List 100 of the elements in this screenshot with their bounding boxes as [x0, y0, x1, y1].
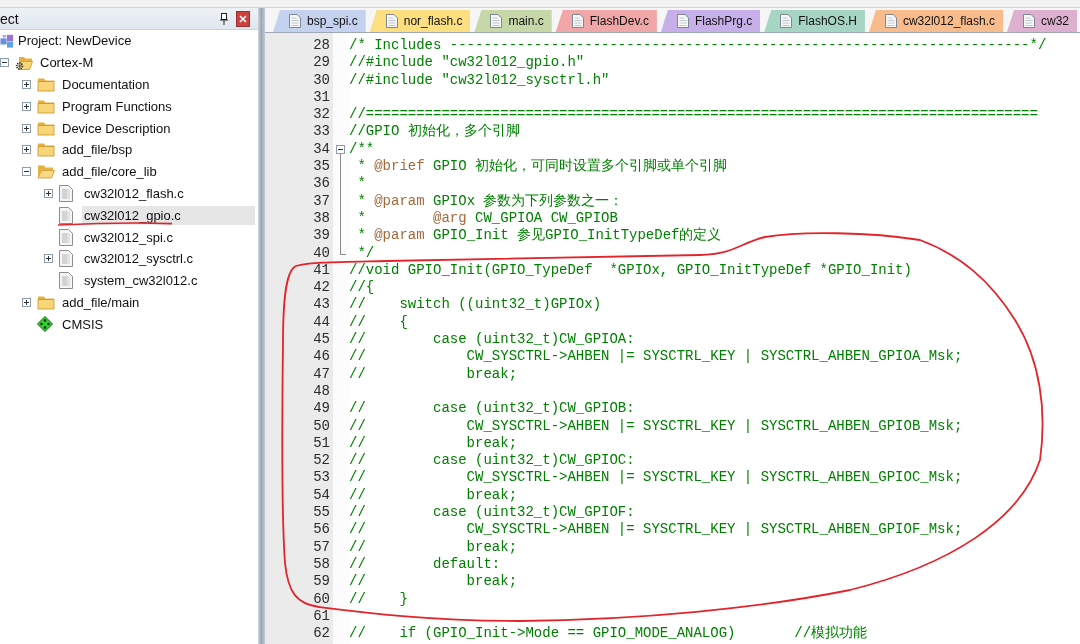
- line-number: 38: [313, 209, 330, 228]
- blocks-icon: [0, 32, 14, 49]
- editor-tab[interactable]: main.c: [474, 10, 552, 32]
- code-line: //================================================================================: [349, 106, 1038, 123]
- code-line: // break;: [349, 573, 518, 591]
- tree-item[interactable]: Device Description: [60, 118, 255, 138]
- tree-item[interactable]: cw32l012_sysctrl.c: [82, 249, 255, 269]
- file-icon: [571, 14, 584, 28]
- code-line: // break;: [349, 486, 518, 504]
- line-number: 58: [313, 555, 330, 574]
- line-number: 50: [313, 417, 330, 435]
- line-number: 43: [313, 296, 330, 314]
- code-line: // {: [349, 313, 408, 332]
- code-line: // CW_SYSCTRL->AHBEN |= SYSCTRL_KEY | SYSCTRL_AHBEN_GPIOC_Msk;: [349, 469, 963, 487]
- plus-box-icon[interactable]: [22, 297, 31, 307]
- line-number: 55: [313, 504, 330, 522]
- editor-tab[interactable]: FlashOS.H: [764, 10, 865, 32]
- file-icon: [59, 250, 73, 268]
- line-number: 36: [313, 175, 330, 193]
- line-number: 57: [313, 538, 330, 556]
- tree-item[interactable]: add_file/bsp: [60, 140, 255, 160]
- folder-icon: [37, 77, 55, 92]
- plus-box-icon[interactable]: [22, 80, 31, 89]
- code-line: // switch ((uint32_t)GPIOx): [349, 296, 602, 314]
- folder-icon: [37, 120, 55, 136]
- code-line: // CW_SYSCTRL->AHBEN |= SYSCTRL_KEY | SYSCTRL_AHBEN_GPIOA_Msk;: [349, 348, 963, 366]
- code-line: // break;: [349, 434, 518, 453]
- line-number: 32: [313, 106, 330, 124]
- line-number: 49: [313, 400, 330, 418]
- code-line: //#include "cw32l012_gpio.h": [349, 54, 585, 72]
- tree-item[interactable]: Documentation: [60, 75, 255, 94]
- code-line: // break;: [349, 365, 518, 383]
- line-number: 41: [313, 261, 330, 280]
- line-number: 62: [313, 625, 330, 643]
- code-line: *: [356, 175, 366, 193]
- close-button[interactable]: [236, 10, 250, 27]
- code-line: // break;: [349, 538, 518, 556]
- code-line: // }: [349, 590, 408, 608]
- file-icon: [59, 206, 73, 224]
- code-line: //#include "cw32l012_sysctrl.h": [349, 71, 610, 89]
- tree-item[interactable]: Project: NewDevice: [16, 31, 255, 51]
- line-number: 47: [313, 365, 330, 383]
- line-number: 48: [313, 382, 330, 401]
- file-icon: [289, 14, 301, 28]
- code-line: //GPIO 初始化，多个引脚: [349, 123, 520, 141]
- tree-item[interactable]: add_file/core_lib: [60, 162, 255, 182]
- code-line: // case (uint32_t)CW_GPIOF:: [349, 504, 635, 522]
- code-line: */: [356, 244, 375, 262]
- minus-box-icon[interactable]: [0, 58, 9, 68]
- tree-item[interactable]: cw32l012_gpio.c: [82, 205, 255, 225]
- file-icon: [884, 14, 897, 28]
- code-line: // default:: [349, 555, 501, 574]
- editor-tab[interactable]: nor_flash.c: [369, 10, 471, 32]
- tree-item[interactable]: CMSIS: [60, 314, 255, 334]
- code-line: // case (uint32_t)CW_GPIOC:: [349, 452, 635, 470]
- tree-item[interactable]: cw32l012_flash.c: [82, 183, 255, 203]
- plus-box-icon[interactable]: [22, 101, 31, 111]
- code-line: //void GPIO_Init(GPIO_TypeDef *GPIOx, GPIO_InitTypeDef *GPIO_Init): [349, 261, 912, 280]
- file-icon: [780, 14, 793, 28]
- line-number: 35: [313, 158, 330, 176]
- code-line: // if (GPIO_Init->Mode == GPIO_MODE_ANALOG) //模拟功能: [349, 625, 868, 643]
- line-number: 44: [313, 313, 330, 332]
- plus-box-icon[interactable]: [22, 145, 31, 155]
- line-number: 29: [313, 54, 330, 72]
- tree-item[interactable]: Cortex-M: [38, 53, 255, 73]
- line-number: 60: [313, 590, 330, 608]
- tree-item[interactable]: add_file/main: [60, 292, 255, 312]
- minus-box-icon[interactable]: [22, 167, 31, 177]
- editor-tab[interactable]: FlashDev.c: [555, 10, 657, 32]
- folder-icon: [37, 294, 55, 310]
- pin-icon[interactable]: [220, 12, 228, 25]
- folder-gear-icon: [15, 54, 33, 71]
- line-number: 37: [313, 192, 330, 210]
- line-number: 33: [313, 123, 330, 141]
- plus-box-icon[interactable]: [22, 123, 31, 133]
- tree-item[interactable]: cw32l012_spi.c: [82, 227, 255, 247]
- file-icon: [490, 14, 503, 28]
- diamond-icon: [37, 316, 53, 333]
- editor-tab[interactable]: FlashPrg.c: [660, 10, 761, 32]
- tree-item[interactable]: Program Functions: [60, 96, 255, 116]
- code-line: // case (uint32_t)CW_GPIOB:: [349, 400, 635, 418]
- line-number: 28: [313, 37, 330, 55]
- line-number: 54: [313, 486, 330, 504]
- file-icon: [1023, 14, 1035, 28]
- file-icon: [59, 272, 73, 290]
- editor-tab[interactable]: cw32: [1007, 10, 1077, 32]
- editor-tab[interactable]: bsp_spi.c: [273, 10, 366, 32]
- code-line: /**: [349, 140, 375, 159]
- line-number: 45: [313, 331, 330, 349]
- folder-icon: [37, 98, 55, 114]
- folder-icon: [37, 142, 55, 158]
- plus-box-icon[interactable]: [44, 254, 53, 264]
- file-icon: [385, 14, 398, 28]
- editor-tab[interactable]: cw32l012_flash.c: [868, 10, 1003, 32]
- code-line: * @param GPIOx 参数为下列参数之一：: [356, 192, 624, 210]
- line-number: 46: [313, 348, 330, 366]
- minus-box-icon[interactable]: [336, 144, 345, 154]
- plus-box-icon[interactable]: [44, 188, 53, 198]
- line-number: 53: [313, 469, 330, 487]
- tree-item[interactable]: system_cw32l012.c: [82, 271, 255, 291]
